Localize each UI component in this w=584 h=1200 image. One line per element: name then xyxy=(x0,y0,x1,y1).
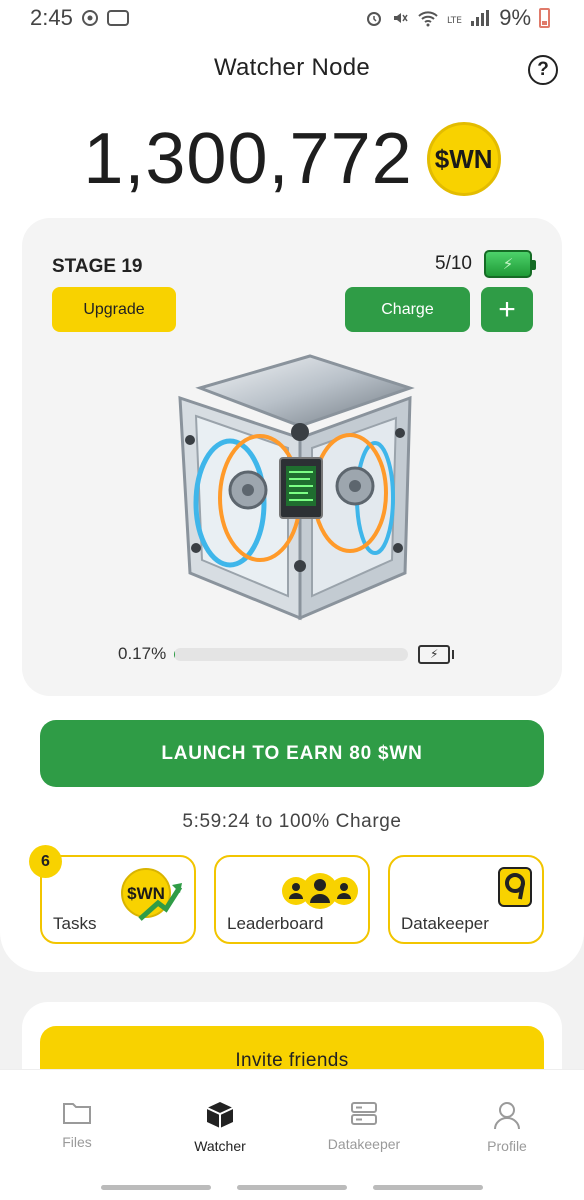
folder-icon xyxy=(63,1103,91,1124)
nav-profile-label: Profile xyxy=(487,1138,527,1154)
charge-button[interactable]: Charge xyxy=(345,287,470,332)
bottom-navigation: Files Watcher Datakeeper Profile xyxy=(0,1069,584,1200)
tasks-badge: 6 xyxy=(29,845,62,878)
tasks-label: Tasks xyxy=(53,914,97,933)
wn-coin-growth-icon: $WN xyxy=(121,868,183,921)
system-gesture-bar xyxy=(0,1185,584,1190)
nav-files-label: Files xyxy=(62,1134,92,1150)
add-charge-button[interactable]: + xyxy=(481,287,533,332)
charges-indicator: 5/10 ⚡ xyxy=(435,250,536,278)
launch-button[interactable]: LAUNCH TO EARN 80 $WN xyxy=(40,720,544,787)
cube-icon xyxy=(206,1102,234,1128)
mute-icon xyxy=(391,9,409,27)
balance-value: 1,300,772 xyxy=(83,119,413,199)
charges-count: 5/10 xyxy=(435,253,472,274)
battery-bolt-icon: ⚡ xyxy=(418,644,455,664)
question-icon: ? xyxy=(537,59,549,80)
datakeeper-label: Datakeeper xyxy=(401,914,489,933)
sync-icon xyxy=(81,9,99,27)
signal-lte-icon: LTE xyxy=(447,9,491,27)
leaderboard-label: Leaderboard xyxy=(227,914,324,933)
help-button[interactable]: ? xyxy=(528,55,558,85)
progress-percent: 0.17% xyxy=(118,644,167,663)
battery-icon xyxy=(539,8,550,28)
battery-percent: 9% xyxy=(499,5,531,30)
tasks-coin-text: $WN xyxy=(127,884,165,903)
progress-track xyxy=(174,647,409,661)
stage-label: STAGE 19 xyxy=(52,256,143,277)
status-time: 2:45 xyxy=(30,5,73,30)
users-group-icon xyxy=(282,873,358,909)
nav-datakeeper[interactable]: Datakeeper xyxy=(309,1100,419,1152)
nav-profile[interactable]: Profile xyxy=(452,1100,562,1154)
alarm-icon xyxy=(365,9,383,27)
upgrade-button[interactable]: Upgrade xyxy=(52,287,176,332)
server-icon xyxy=(351,1102,377,1125)
nav-files[interactable]: Files xyxy=(22,1100,132,1150)
svg-text:LTE: LTE xyxy=(447,16,462,26)
tasks-tile[interactable]: $WN Tasks xyxy=(40,855,196,944)
status-bar: 2:45 LTE 9% xyxy=(0,0,584,36)
datakeeper-tile[interactable]: Datakeeper xyxy=(388,855,544,944)
charge-progress: 0.17% ⚡ xyxy=(118,644,455,664)
charge-timer: 5:59:24 to 100% Charge xyxy=(182,811,402,832)
node-card: STAGE 19 5/10 ⚡ Upgrade Charge + 0.17% ⚡ xyxy=(22,218,562,696)
battery-charged-icon: ⚡ xyxy=(484,250,536,278)
hard-drive-icon xyxy=(498,867,532,907)
nav-watcher[interactable]: Watcher xyxy=(165,1100,275,1154)
wifi-icon xyxy=(417,9,439,27)
page-title: Watcher Node xyxy=(213,54,371,81)
wn-coin-icon: $WN xyxy=(426,122,501,196)
app-notification-icon xyxy=(106,10,129,26)
nav-watcher-label: Watcher xyxy=(194,1138,246,1154)
leaderboard-tile[interactable]: Leaderboard xyxy=(214,855,370,944)
node-cube-illustration xyxy=(178,354,415,621)
user-icon xyxy=(494,1102,520,1130)
balance-display: 1,300,772 $WN xyxy=(0,118,584,200)
nav-datakeeper-label: Datakeeper xyxy=(327,1136,401,1152)
